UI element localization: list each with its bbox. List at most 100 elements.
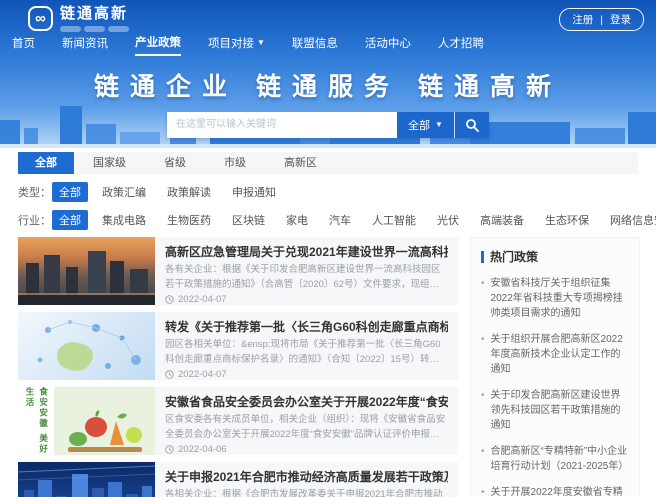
- filter-row-industry: 行业： 全部 集成电路 生物医药 区块链 家电 汽车 人工智能 光伏 高端装备 …: [18, 210, 656, 230]
- industry-filter-label: 行业：: [18, 215, 51, 227]
- auth-pill: 注册 | 登录: [559, 8, 644, 31]
- hero-slogan: 链通企业 链通服务 链通高新: [94, 72, 562, 101]
- article-title[interactable]: 关于申报2021年合肥市推动经济高质量发展若干政策及支持线上经济发展...: [165, 468, 448, 485]
- tab-national[interactable]: 国家级: [74, 152, 145, 174]
- hot-policy-link[interactable]: • 合肥高新区“专精特新”中小企业培育行动计划（2021-2025年）: [481, 444, 629, 474]
- article-row[interactable]: 食安安徽 美好生活 安徽省食品安全委员会办公室关于开展2022年度“食安 区食安…: [18, 387, 458, 455]
- brand-logo[interactable]: ∞ 链通高新: [28, 5, 129, 32]
- policy-level-tabs: 全部 国家级 省级 市级 高新区: [18, 152, 638, 174]
- industry-chip-auto[interactable]: 汽车: [322, 210, 358, 230]
- article-row[interactable]: 关于申报2021年合肥市推动经济高质量发展若干政策及支持线上经济发展... 各相…: [18, 462, 458, 497]
- search-icon: [466, 118, 479, 132]
- article-description: 园区各相关单位：&ensp;现将市局《关于推荐第一批〈长三角G60科创走廊重点商…: [165, 339, 441, 365]
- article-info: 转发《关于推荐第一批〈长三角G60科创走廊重点商标保护名录〉的通知》... 园区…: [155, 312, 458, 380]
- nav-item-alliance-info[interactable]: 联盟信息: [292, 34, 338, 56]
- article-description: 区食安委各有关成员单位，相关企业（组织）：现将《安徽省食品安全委员会办公室关于开…: [165, 414, 446, 440]
- filter-row-type: 类型： 全部 政策汇编 政策解读 申报通知: [18, 182, 638, 202]
- brand-badge: [108, 25, 129, 32]
- bullet-icon: •: [481, 390, 485, 401]
- industry-chip-eco[interactable]: 生态环保: [538, 210, 596, 230]
- hot-policy-link[interactable]: •关于开展2022年度安徽省专精特新冠军企业培育工作的通知: [481, 485, 629, 497]
- hot-policy-link[interactable]: • 安徽省科技厅关于组织征集2022年省科技重大专项揭榜挂帅类项目需求的通知: [481, 276, 629, 321]
- article-row[interactable]: 高新区应急管理局关于兑现2021年建设世界一流高科技园区若干政策的通知 各有关企…: [18, 237, 458, 305]
- article-info: 高新区应急管理局关于兑现2021年建设世界一流高科技园区若干政策的通知 各有关企…: [155, 237, 458, 305]
- bullet-icon: •: [481, 446, 485, 457]
- article-description: 各相关企业：根据《合肥市发展改革委关于申报2021年合肥市推动经济高质量发展若干…: [165, 489, 443, 497]
- chevron-down-icon: ▼: [257, 37, 265, 47]
- hot-policies-panel: 热门政策 • 安徽省科技厅关于组织征集2022年省科技重大专项揭榜挂帅类项目需求的…: [470, 237, 640, 497]
- industry-chip-ai[interactable]: 人工智能: [365, 210, 423, 230]
- brand-name: 链通高新: [60, 5, 129, 22]
- hot-policies-header: 热门政策: [481, 248, 629, 265]
- search-category-dropdown[interactable]: 全部 ▼: [397, 111, 455, 138]
- article-description: 各有关企业：根据《关于印发合肥高新区建设世界一流高科技园区若干政策措施的通知》（…: [165, 264, 441, 290]
- page: ∞ 链通高新 注册 | 登录 首页 新闻资讯 产业政策 项目对接 ▼ 联盟信息 …: [0, 0, 656, 497]
- article-date: 2022-04-07: [165, 369, 448, 380]
- login-link[interactable]: 登录: [610, 12, 631, 27]
- tab-municipal[interactable]: 市级: [205, 152, 265, 174]
- nav-item-project-matching[interactable]: 项目对接 ▼: [208, 34, 265, 56]
- article-row[interactable]: 转发《关于推荐第一批〈长三角G60科创走廊重点商标保护名录〉的通知》... 园区…: [18, 312, 458, 380]
- industry-chip-pv[interactable]: 光伏: [430, 210, 466, 230]
- brand-badges: [60, 25, 129, 32]
- hot-policy-link[interactable]: • 关于印发合肥高新区建设世界领先科技园区若干政策措施的通知: [481, 388, 629, 433]
- hot-policies-title: 热门政策: [490, 250, 539, 264]
- industry-chip-blockchain[interactable]: 区块链: [225, 210, 272, 230]
- hot-policies-list: • 安徽省科技厅关于组织征集2022年省科技重大专项揭榜挂帅类项目需求的通知 • 关…: [481, 276, 629, 497]
- article-date: 2022-04-06: [165, 444, 448, 455]
- register-link[interactable]: 注册: [572, 12, 593, 27]
- article-title[interactable]: 转发《关于推荐第一批〈长三角G60科创走廊重点商标保护名录〉的通知》...: [165, 318, 448, 335]
- brand-logo-icon: ∞: [28, 6, 53, 32]
- article-info: 安徽省食品安全委员会办公室关于开展2022年度“食安安徽”品牌认证评价... 区…: [155, 387, 458, 455]
- search-bar: 全部 ▼: [167, 111, 489, 138]
- article-date: 2022-04-07: [165, 294, 448, 305]
- industry-chip-all[interactable]: 全部: [52, 210, 88, 230]
- search-button[interactable]: [455, 111, 489, 138]
- article-title[interactable]: 高新区应急管理局关于兑现2021年建设世界一流高科技园区若干政策的通知: [165, 243, 448, 260]
- type-chip-interpretation[interactable]: 政策解读: [160, 182, 218, 202]
- type-filter-label: 类型：: [18, 187, 51, 199]
- industry-chip-equipment[interactable]: 高端装备: [473, 210, 531, 230]
- article-thumbnail-tech-map[interactable]: [18, 312, 155, 380]
- infinity-glyph: ∞: [35, 10, 46, 28]
- article-thumbnail-food-safety[interactable]: 食安安徽 美好生活: [18, 387, 155, 455]
- industry-chip-biomed[interactable]: 生物医药: [160, 210, 218, 230]
- industry-chip-appliance[interactable]: 家电: [279, 210, 315, 230]
- tab-hightech-zone[interactable]: 高新区: [265, 152, 336, 174]
- main-nav: 首页 新闻资讯 产业政策 项目对接 ▼ 联盟信息 活动中心 人才招聘: [0, 34, 656, 56]
- type-chip-compilation[interactable]: 政策汇编: [95, 182, 153, 202]
- industry-chip-ic[interactable]: 集成电路: [95, 210, 153, 230]
- top-bar: ∞ 链通高新 注册 | 登录: [0, 0, 656, 32]
- type-chip-notice[interactable]: 申报通知: [225, 182, 283, 202]
- hot-policy-link[interactable]: • 关于组织开展合肥高新区2022年度高新技术企业认定工作的通知: [481, 332, 629, 377]
- content-area: 全部 国家级 省级 市级 高新区 类型： 全部 政策汇编 政策解读 申报通知 行…: [0, 152, 656, 497]
- food-safety-poster-text: 食安安徽 美好生活: [18, 387, 54, 455]
- clock-icon: [165, 445, 174, 455]
- tab-provincial[interactable]: 省级: [145, 152, 205, 174]
- brand-badge: [84, 25, 105, 32]
- clock-icon: [165, 295, 174, 305]
- type-chip-all[interactable]: 全部: [52, 182, 88, 202]
- clock-icon: [165, 370, 174, 380]
- auth-divider: |: [600, 13, 603, 26]
- article-thumbnail-night-city[interactable]: [18, 462, 155, 497]
- vegetables-illustration: [54, 387, 155, 455]
- bullet-icon: •: [481, 278, 485, 289]
- nav-item-recruitment[interactable]: 人才招聘: [438, 34, 484, 56]
- brand-badge: [60, 25, 81, 32]
- main-section: 高新区应急管理局关于兑现2021年建设世界一流高科技园区若干政策的通知 各有关企…: [18, 237, 640, 497]
- chevron-down-icon: ▼: [435, 119, 443, 129]
- industry-chip-netsec[interactable]: 网络信息安全: [603, 210, 656, 230]
- header-banner: ∞ 链通高新 注册 | 登录 首页 新闻资讯 产业政策 项目对接 ▼ 联盟信息 …: [0, 0, 656, 148]
- nav-item-home[interactable]: 首页: [12, 34, 35, 56]
- article-title[interactable]: 安徽省食品安全委员会办公室关于开展2022年度“食安安徽”品牌认证评价...: [165, 393, 448, 410]
- nav-item-industry-policy[interactable]: 产业政策: [135, 34, 181, 56]
- nav-item-news[interactable]: 新闻资讯: [62, 34, 108, 56]
- search-input[interactable]: [167, 111, 397, 138]
- bullet-icon: •: [481, 334, 485, 345]
- tab-all[interactable]: 全部: [18, 152, 74, 174]
- article-list: 高新区应急管理局关于兑现2021年建设世界一流高科技园区若干政策的通知 各有关企…: [18, 237, 458, 497]
- brand-logo-text: 链通高新: [60, 5, 129, 32]
- nav-item-activity-center[interactable]: 活动中心: [365, 34, 411, 56]
- article-thumbnail-sunset-city[interactable]: [18, 237, 155, 305]
